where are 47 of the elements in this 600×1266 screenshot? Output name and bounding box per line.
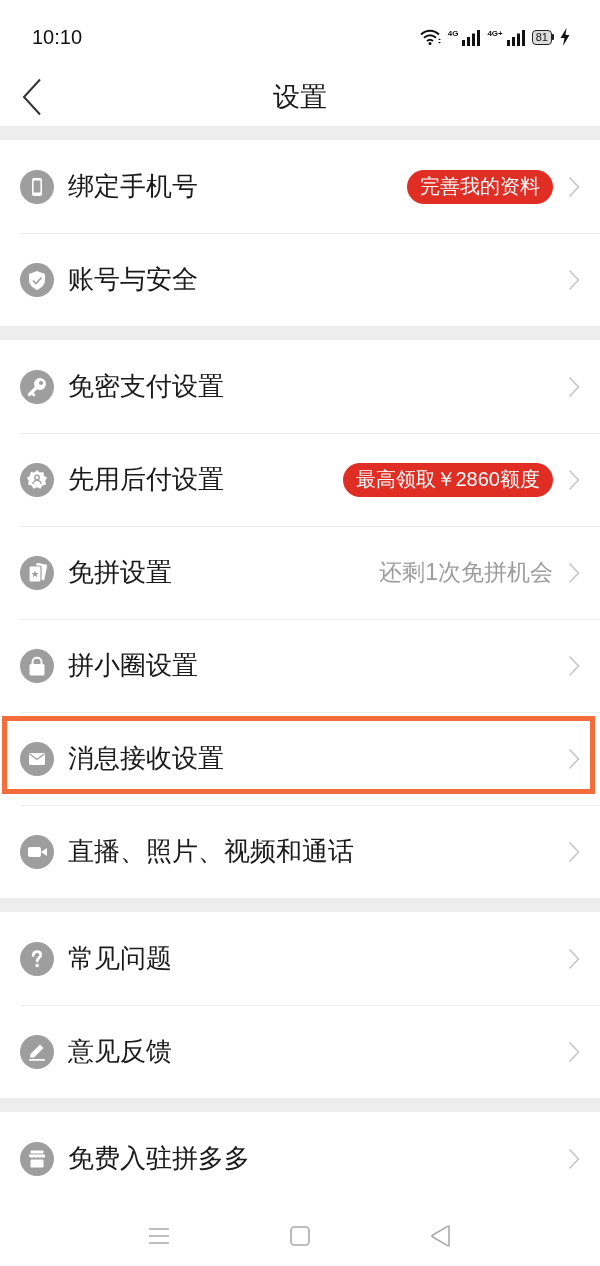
home-square-icon[interactable] [290,1225,310,1246]
chevron-right-icon [568,175,580,198]
item-label: 绑定手机号 [68,170,199,203]
item-label: 先用后付设置 [68,463,225,496]
wifi-icon [419,29,442,45]
chevron-left-icon [22,78,42,116]
shop-icon [20,1141,54,1176]
pencil-icon [20,1034,54,1069]
item-label: 免拼设置 [68,556,173,589]
chevron-right-icon [568,268,580,291]
page-title: 设置 [272,81,328,114]
item-label: 拼小圈设置 [68,649,199,682]
item-label: 免密支付设置 [68,370,225,403]
item-label: 常见问题 [68,942,173,975]
video-camera-icon [20,834,54,869]
key-icon [20,369,54,404]
item-label: 意见反馈 [68,1035,173,1068]
network-type-label: 4G [447,28,459,38]
promo-badge: 完善我的资料 [407,169,553,204]
item-label: 消息接收设置 [68,742,225,775]
back-triangle-icon[interactable] [430,1224,452,1247]
mail-icon [20,741,54,776]
signal-bars-icon [505,28,526,46]
item-label: 免费入驻拼多多 [68,1142,251,1175]
chevron-right-icon [568,840,580,863]
chevron-right-icon [568,747,580,770]
shield-check-icon [20,262,54,297]
status-time: 10:10 [32,25,83,49]
item-label: 直播、照片、视频和通话 [68,835,355,868]
chevron-right-icon [568,1040,580,1063]
hint-text: 还剩1次免拼机会 [379,558,553,587]
battery-indicator: 81 [531,29,554,45]
chevron-right-icon [568,468,580,491]
chevron-right-icon [568,947,580,970]
help-icon [20,941,54,976]
menu-icon[interactable] [148,1226,170,1245]
lock-icon [20,648,54,683]
network-type-label: 4G+ [487,28,503,38]
chevron-right-icon [568,375,580,398]
signal-bars-icon [461,28,482,46]
phone-icon [20,169,54,204]
chevron-right-icon [568,561,580,584]
item-label: 账号与安全 [68,263,199,296]
promo-badge: 最高领取￥2860额度 [342,462,553,497]
chevron-right-icon [568,654,580,677]
chevron-right-icon [568,1147,580,1170]
seal-person-icon [20,462,54,497]
